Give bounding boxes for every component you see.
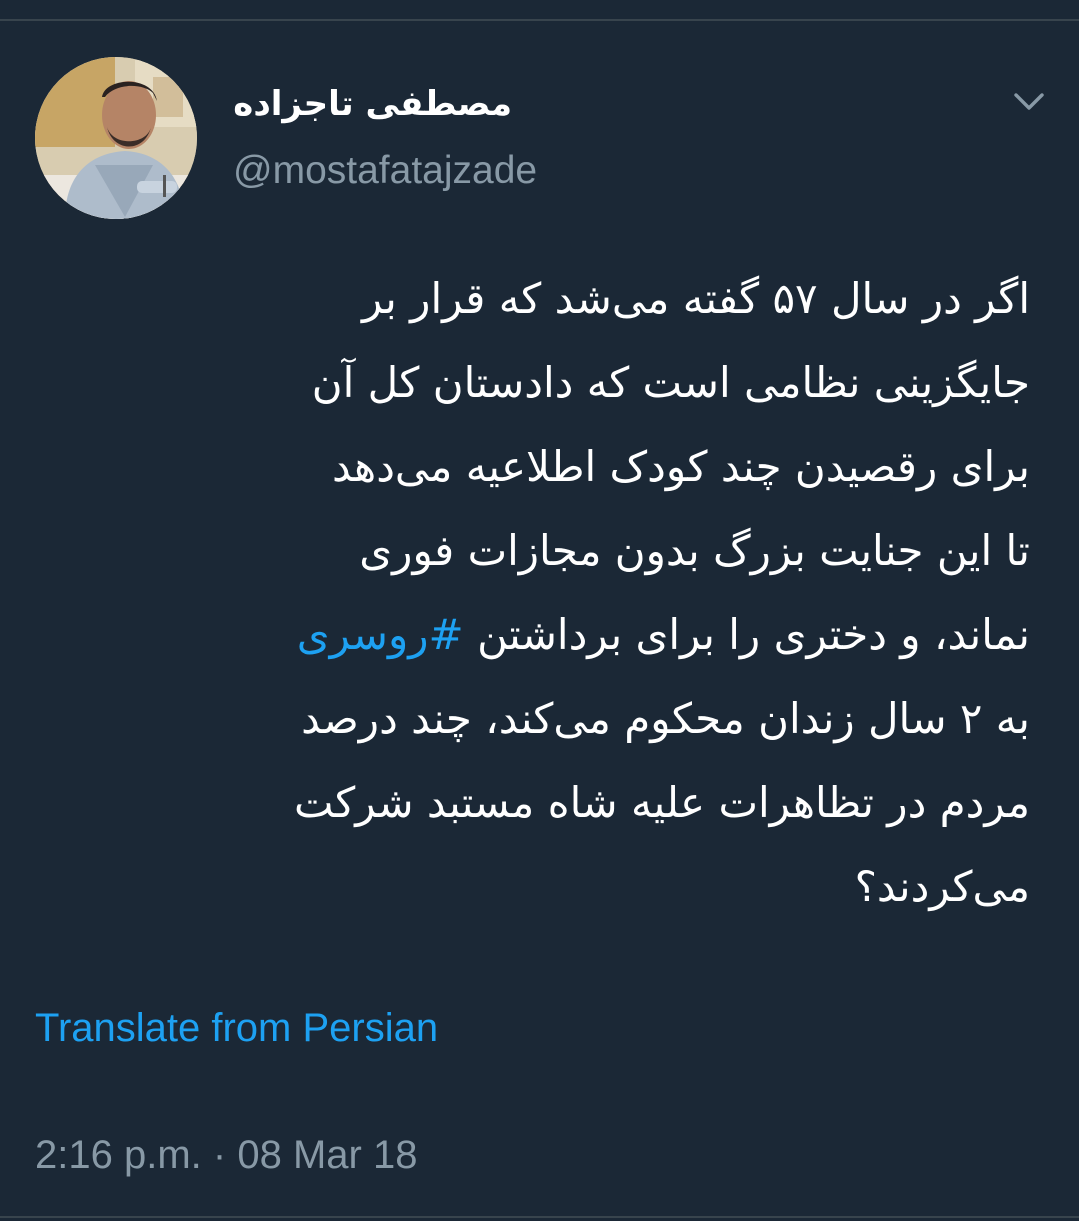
author-handle[interactable]: @mostafatajzade [233, 146, 537, 196]
tweet-line-text: نماند، و دختری را برای برداشتن [463, 610, 1030, 659]
tweet-line-text: جایگزینی نظامی است که دادستان کل آن [311, 358, 1030, 407]
chevron-down-icon [1014, 93, 1044, 110]
tweet-line: تا این جنایت بزرگ بدون مجازات فوری [30, 509, 1030, 593]
tweet-line-text: می‌کردند؟ [854, 862, 1030, 911]
top-divider [0, 19, 1079, 21]
bottom-divider [0, 1216, 1079, 1218]
timestamp-time: 2:16 p.m. [35, 1133, 202, 1177]
hashtag-link[interactable]: #روسری [297, 610, 464, 659]
tweet-menu-button[interactable] [1008, 85, 1050, 119]
tweet-line: مردم در تظاهرات علیه شاه مستبد شرکت [30, 761, 1030, 845]
timestamp-separator: · [212, 1133, 227, 1177]
tweet-line: جایگزینی نظامی است که دادستان کل آن [30, 341, 1030, 425]
tweet-line: اگر در سال ۵۷ گفته می‌شد که قرار بر [30, 257, 1030, 341]
tweet-timestamp: 2:16 p.m. · 08 Mar 18 [35, 1128, 417, 1182]
translate-link[interactable]: Translate from Persian [35, 1002, 438, 1054]
tweet-text: اگر در سال ۵۷ گفته می‌شد که قرار بر جایگ… [30, 257, 1030, 929]
tweet-line: نماند، و دختری را برای برداشتن #روسری [30, 593, 1030, 677]
tweet-line-text: اگر در سال ۵۷ گفته می‌شد که قرار بر [361, 274, 1030, 323]
tweet-line: به ۲ سال زندان محکوم می‌کند، چند درصد [30, 677, 1030, 761]
tweet-line-text: تا این جنایت بزرگ بدون مجازات فوری [359, 526, 1030, 575]
avatar[interactable] [35, 57, 197, 219]
tweet-line-text: برای رقصیدن چند کودک اطلاعیه می‌دهد [332, 442, 1030, 491]
tweet-line-text: به ۲ سال زندان محکوم می‌کند، چند درصد [301, 694, 1030, 743]
tweet-line: برای رقصیدن چند کودک اطلاعیه می‌دهد [30, 425, 1030, 509]
timestamp-date: 08 Mar 18 [237, 1133, 418, 1177]
author-display-name[interactable]: مصطفی تاجزاده [230, 78, 512, 130]
tweet-line-text: مردم در تظاهرات علیه شاه مستبد شرکت [293, 778, 1030, 827]
tweet-line: می‌کردند؟ [30, 845, 1030, 929]
profile-photo-icon [35, 57, 197, 219]
